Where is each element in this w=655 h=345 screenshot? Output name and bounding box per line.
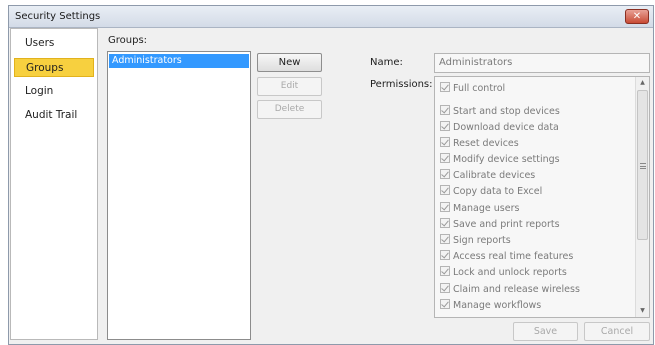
settings-nav: Users Groups Login Audit Trail — [10, 28, 98, 340]
cancel-button[interactable]: Cancel — [584, 322, 650, 341]
group-name-field[interactable]: Administrators — [434, 53, 650, 73]
groups-list[interactable]: Administrators — [107, 51, 251, 340]
permission-label: Reset devices — [453, 138, 519, 149]
permission-label: Manage users — [453, 203, 520, 214]
permission-manage-users[interactable]: Manage users — [440, 201, 519, 216]
permission-label: Lock and unlock reports — [453, 267, 567, 278]
permission-label: Manage workflows — [453, 300, 542, 311]
nav-item-audit-trail[interactable]: Audit Trail — [14, 106, 94, 125]
permission-label: Save and print reports — [453, 219, 560, 230]
group-row-administrators[interactable]: Administrators — [109, 54, 249, 68]
permission-label: Access real time features — [453, 251, 574, 262]
permission-lock-unlock-reports[interactable]: Lock and unlock reports — [440, 265, 567, 280]
permission-reset-devices[interactable]: Reset devices — [440, 136, 519, 151]
permission-label: Download device data — [453, 122, 559, 133]
checkbox-checked-icon[interactable] — [440, 234, 450, 244]
checkbox-checked-icon[interactable] — [440, 121, 450, 131]
permission-label: Full control — [453, 83, 506, 94]
checkbox-checked-icon[interactable] — [440, 82, 450, 92]
permission-start-stop-devices[interactable]: Start and stop devices — [440, 104, 560, 119]
permission-claim-release-wireless[interactable]: Claim and release wireless — [440, 282, 580, 297]
checkbox-checked-icon[interactable] — [440, 283, 450, 293]
window-title: Security Settings — [15, 11, 101, 22]
checkbox-checked-icon[interactable] — [440, 137, 450, 147]
scroll-up-arrow-icon[interactable]: ▲ — [636, 77, 649, 89]
groups-label: Groups: — [108, 35, 148, 46]
name-label: Name: — [370, 57, 403, 68]
checkbox-checked-icon[interactable] — [440, 218, 450, 228]
permission-save-print-reports[interactable]: Save and print reports — [440, 217, 560, 232]
permission-label: Sign reports — [453, 235, 511, 246]
nav-item-groups[interactable]: Groups — [14, 58, 94, 77]
permission-access-real-time[interactable]: Access real time features — [440, 249, 573, 264]
checkbox-checked-icon[interactable] — [440, 185, 450, 195]
grip-icon — [640, 163, 646, 169]
checkbox-checked-icon[interactable] — [440, 250, 450, 260]
permission-full-control[interactable]: Full control — [440, 81, 505, 96]
close-icon: ✕ — [632, 11, 642, 22]
new-group-button[interactable]: New — [257, 53, 322, 72]
permission-label: Start and stop devices — [453, 106, 560, 117]
checkbox-checked-icon[interactable] — [440, 169, 450, 179]
permission-label: Modify device settings — [453, 154, 560, 165]
permissions-scrollbar[interactable]: ▲ ▼ — [635, 77, 649, 317]
permission-calibrate-devices[interactable]: Calibrate devices — [440, 168, 535, 183]
permission-label: Calibrate devices — [453, 170, 536, 181]
permission-modify-device-settings[interactable]: Modify device settings — [440, 152, 560, 167]
permission-manage-workflows[interactable]: Manage workflows — [440, 298, 541, 313]
nav-item-users[interactable]: Users — [14, 34, 94, 53]
title-bar: Security Settings ✕ — [9, 6, 653, 28]
permissions-label: Permissions: — [370, 79, 433, 90]
scroll-thumb[interactable] — [637, 90, 648, 240]
permission-label: Claim and release wireless — [453, 284, 580, 295]
checkbox-checked-icon[interactable] — [440, 266, 450, 276]
permission-download-device-data[interactable]: Download device data — [440, 120, 559, 135]
nav-item-login[interactable]: Login — [14, 82, 94, 101]
permission-label: Copy data to Excel — [453, 186, 543, 197]
checkbox-checked-icon[interactable] — [440, 202, 450, 212]
scroll-down-arrow-icon[interactable]: ▼ — [636, 305, 649, 317]
checkbox-checked-icon[interactable] — [440, 105, 450, 115]
checkbox-checked-icon[interactable] — [440, 153, 450, 163]
permissions-list[interactable]: Full control Start and stop devices Down… — [434, 76, 650, 318]
checkbox-checked-icon[interactable] — [440, 299, 450, 309]
edit-group-button[interactable]: Edit — [257, 77, 322, 96]
permission-sign-reports[interactable]: Sign reports — [440, 233, 511, 248]
close-button[interactable]: ✕ — [625, 9, 649, 24]
permission-copy-data-to-excel[interactable]: Copy data to Excel — [440, 184, 542, 199]
delete-group-button[interactable]: Delete — [257, 100, 322, 119]
save-button[interactable]: Save — [513, 322, 578, 341]
